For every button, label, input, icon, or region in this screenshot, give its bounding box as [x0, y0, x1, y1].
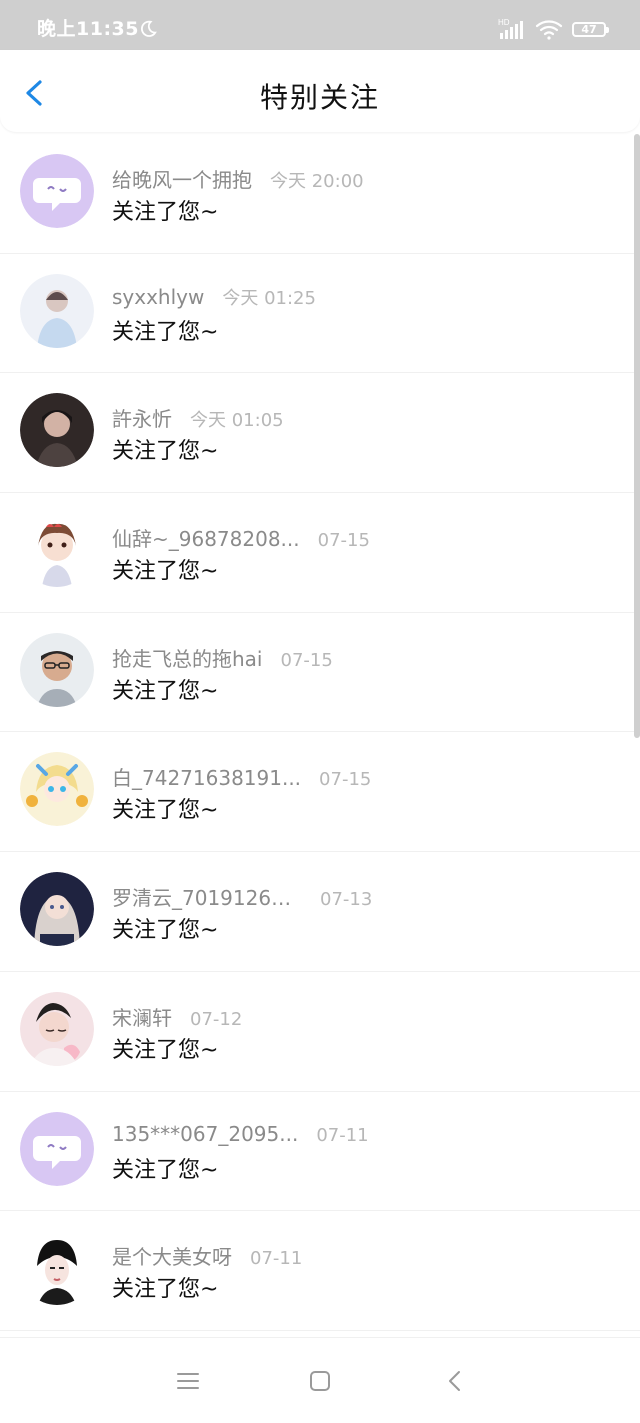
follow-message: 关注了您~	[112, 200, 219, 225]
name-line: 是个大美女呀 07-11	[112, 1241, 302, 1270]
list-item[interactable]: syxxhlyw 今天 01:25 关注了您~	[0, 254, 640, 374]
system-nav-bar	[0, 1337, 640, 1423]
timestamp: 07-15	[319, 769, 372, 791]
avatar[interactable]	[20, 752, 94, 827]
name-line: 宋澜轩 07-12	[112, 1002, 242, 1031]
page-title: 特别关注	[259, 81, 380, 114]
user-name[interactable]: 是个大美女呀	[112, 1241, 232, 1270]
photo-avatar-icon	[20, 273, 94, 348]
timestamp: 07-11	[316, 1124, 369, 1146]
default-chat-avatar-icon	[20, 1111, 94, 1186]
follow-message: 关注了您~	[112, 918, 219, 944]
photo-avatar-icon	[20, 632, 94, 707]
back-triangle-icon[interactable]	[440, 1366, 470, 1396]
timestamp: 07-11	[250, 1248, 303, 1270]
follow-message: 关注了您~	[112, 678, 219, 704]
follow-message: 关注了您~	[112, 1037, 219, 1063]
user-name[interactable]: 白_74271638191...	[112, 762, 301, 791]
name-line: 仙辞~_96878208... 07-15	[112, 523, 370, 552]
avatar[interactable]	[20, 1231, 94, 1306]
user-name[interactable]: 给晚风一个拥抱	[112, 164, 252, 193]
user-name[interactable]: 宋澜轩	[112, 1002, 172, 1031]
moon-icon	[140, 20, 157, 37]
name-line: 罗清云_70191261... 07-13	[112, 882, 372, 911]
square-icon[interactable]	[305, 1366, 335, 1396]
illustration-avatar-icon	[20, 1231, 94, 1306]
cartoon-avatar-icon	[20, 752, 94, 827]
timestamp: 07-15	[280, 649, 333, 671]
user-name[interactable]: 罗清云_70191261...	[112, 882, 302, 911]
list-item[interactable]: 给晚风一个拥抱 今天 20:00 关注了您~	[0, 134, 640, 254]
list-item[interactable]: 許永忻 今天 01:05 关注了您~	[0, 373, 640, 494]
list-item[interactable]: 抢走飞总的拖hai 07-15 关注了您~	[0, 613, 640, 733]
follow-message: 关注了您~	[112, 1157, 219, 1183]
status-indicators: HD 47	[498, 17, 609, 41]
user-name[interactable]: 135***067_2095...	[112, 1122, 298, 1146]
avatar[interactable]	[20, 872, 94, 947]
follow-message: 关注了您~	[112, 319, 219, 345]
avatar[interactable]	[20, 393, 94, 468]
name-line: 抢走飞总的拖hai 07-15	[112, 643, 333, 672]
battery-icon: 47	[572, 21, 609, 37]
list-item[interactable]: 罗清云_70191261... 07-13 关注了您~	[0, 852, 640, 972]
timestamp: 07-15	[317, 530, 370, 552]
user-name[interactable]: 許永忻	[112, 403, 172, 432]
list-item[interactable]: 仙辞~_96878208... 07-15 关注了您~	[0, 493, 640, 613]
follow-message: 关注了您~	[112, 559, 219, 585]
photo-avatar-icon	[20, 393, 94, 468]
photo-avatar-icon	[20, 991, 94, 1066]
name-line: 给晚风一个拥抱 今天 20:00	[112, 164, 364, 193]
cartoon-avatar-icon	[20, 513, 94, 588]
status-bar: 晚上11:35 HD 47	[0, 0, 640, 50]
timestamp: 今天 01:25	[222, 287, 316, 309]
avatar[interactable]	[20, 154, 94, 228]
timestamp: 今天 20:00	[270, 171, 364, 192]
battery-level: 47	[581, 22, 597, 36]
network-type: HD	[498, 18, 510, 27]
avatar[interactable]	[20, 1111, 94, 1186]
list-item[interactable]: 宋澜轩 07-12 关注了您~	[0, 972, 640, 1092]
avatar[interactable]	[20, 273, 94, 348]
default-chat-avatar-icon	[20, 154, 94, 228]
header: 特别关注	[0, 50, 640, 132]
scrollbar[interactable]	[634, 134, 640, 738]
avatar[interactable]	[20, 991, 94, 1066]
wifi-icon	[535, 20, 563, 40]
signal-icon: HD	[498, 18, 523, 39]
list-item[interactable]: 白_74271638191... 07-15 关注了您~	[0, 732, 640, 853]
follow-message: 关注了您~	[112, 439, 219, 465]
name-line: 許永忻 今天 01:05	[112, 403, 284, 432]
menu-icon[interactable]	[173, 1366, 203, 1396]
avatar[interactable]	[20, 513, 94, 588]
timestamp: 今天 01:05	[190, 410, 284, 432]
follow-message: 关注了您~	[112, 798, 219, 824]
list-item[interactable]: 是个大美女呀 07-11 关注了您~	[0, 1211, 640, 1331]
name-line: syxxhlyw 今天 01:25	[112, 284, 316, 310]
user-name[interactable]: 仙辞~_96878208...	[112, 523, 300, 552]
user-name[interactable]: syxxhlyw	[112, 285, 204, 309]
follow-message: 关注了您~	[112, 1277, 219, 1303]
list-item[interactable]: 135***067_2095... 07-11 关注了您~	[0, 1092, 640, 1212]
name-line: 135***067_2095... 07-11	[112, 1122, 369, 1146]
name-line: 白_74271638191... 07-15	[112, 762, 371, 791]
status-time: 晚上11:35	[37, 18, 139, 40]
special-follow-list: 给晚风一个拥抱 今天 20:00 关注了您~ syxxhlyw 今天 01:25…	[0, 134, 640, 1331]
anime-avatar-icon	[20, 872, 94, 947]
user-name[interactable]: 抢走飞总的拖hai	[112, 643, 263, 672]
timestamp: 07-12	[190, 1008, 243, 1030]
avatar[interactable]	[20, 632, 94, 707]
timestamp: 07-13	[320, 889, 373, 911]
